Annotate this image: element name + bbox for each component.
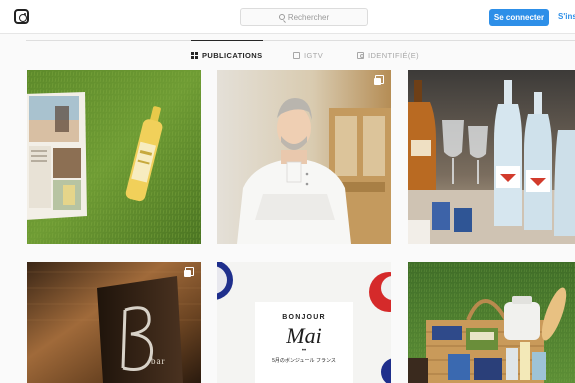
tab-igtv-label: IGTV: [304, 50, 324, 60]
search-placeholder: Rechercher: [287, 12, 330, 22]
instagram-profile-page: Rechercher Se connecter S'inscrire PUBLI…: [0, 0, 575, 383]
card-script-title: Mai: [286, 323, 322, 348]
tabs-divider: [26, 40, 575, 41]
search-input[interactable]: Rechercher: [240, 8, 368, 26]
post-image-bar-sign: [27, 262, 201, 383]
card-subtitle: 5月のボンジュール フランス: [272, 358, 336, 364]
post-thumbnail[interactable]: BONJOUR Mai •• 5月のボンジュール フランス: [217, 262, 391, 383]
instagram-logo-icon[interactable]: [14, 9, 29, 24]
multiple-images-icon: [374, 75, 384, 85]
post-image-magazine-bottle: [27, 70, 201, 244]
grid-icon: [191, 51, 198, 59]
igtv-icon: [293, 51, 300, 59]
tagged-icon: [357, 51, 364, 59]
post-thumbnail[interactable]: bar: [27, 262, 201, 383]
post-thumbnail[interactable]: [27, 70, 201, 244]
top-navigation-bar: Rechercher Se connecter S'inscrire: [0, 0, 575, 34]
bonjour-mai-card: BONJOUR Mai •• 5月のボンジュール フランス: [255, 314, 353, 364]
tab-tagged-label: IDENTIFIÉ(E): [368, 50, 420, 60]
post-thumbnail[interactable]: [408, 70, 575, 244]
card-dots: ••: [301, 348, 307, 354]
tab-publications[interactable]: PUBLICATIONS: [191, 40, 263, 62]
post-thumbnail[interactable]: [217, 70, 391, 244]
tab-publications-label: PUBLICATIONS: [202, 50, 263, 60]
multiple-images-icon: [184, 267, 194, 277]
search-icon: [278, 14, 285, 20]
post-image-bottles-glasses: [408, 70, 575, 244]
card-heading: BONJOUR: [282, 314, 326, 321]
login-button[interactable]: Se connecter: [489, 9, 549, 26]
sign-text: bar: [151, 356, 166, 366]
tab-tagged[interactable]: IDENTIFIÉ(E): [357, 48, 419, 62]
signup-link[interactable]: S'inscrire: [558, 12, 575, 21]
post-thumbnail[interactable]: [408, 262, 575, 383]
post-image-chef-portrait: [217, 70, 391, 244]
post-image-picnic-basket: [408, 262, 575, 383]
tab-igtv[interactable]: IGTV: [293, 48, 323, 62]
